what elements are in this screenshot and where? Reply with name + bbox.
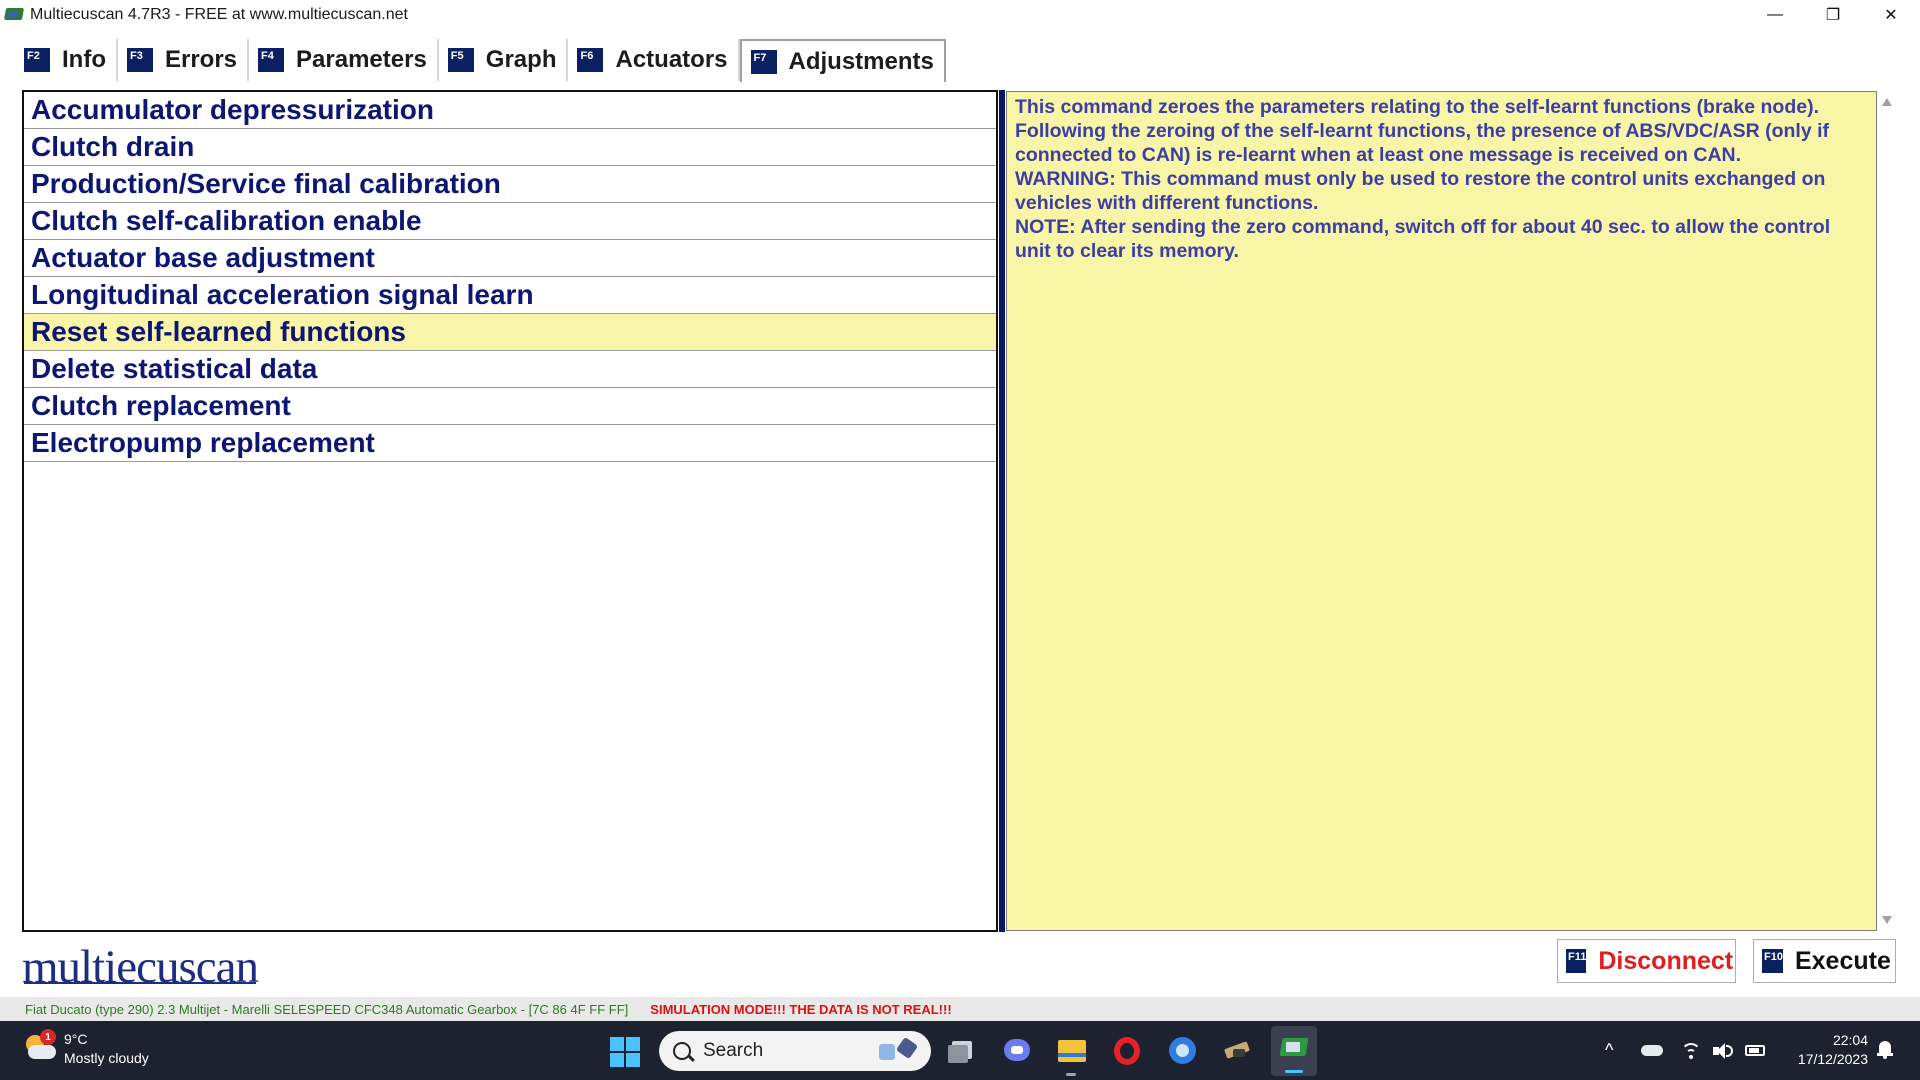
execute-button[interactable]: F10 Execute — [1753, 939, 1896, 983]
list-item[interactable]: Clutch replacement — [24, 388, 996, 425]
restore-button[interactable]: ❐ — [1804, 0, 1862, 29]
tab-label: Actuators — [615, 46, 728, 73]
search-icon — [673, 1042, 691, 1060]
weather-temperature: 9°C — [64, 1031, 88, 1047]
multiecuscan-logo: multiecuscan — [22, 941, 259, 993]
clock-time: 22:04 — [1832, 1032, 1868, 1048]
battery-icon[interactable] — [1745, 1045, 1766, 1056]
tab-errors[interactable]: F3 Errors — [118, 39, 250, 81]
list-item[interactable]: Clutch drain — [24, 129, 996, 166]
clock-date: 17/12/2023 — [1797, 1051, 1868, 1067]
minimize-button[interactable]: — — [1746, 0, 1804, 29]
tab-graph[interactable]: F5 Graph — [439, 39, 569, 81]
task-view-icon[interactable] — [944, 1033, 980, 1069]
tab-parameters[interactable]: F4 Parameters — [249, 39, 439, 81]
taskbar-clock[interactable]: 22:04 17/12/2023 — [1773, 1031, 1868, 1069]
search-label: Search — [703, 1040, 764, 1061]
tab-bar: F2 Info F3 Errors F4 Parameters F5 Graph… — [15, 39, 946, 82]
chat-app-icon[interactable] — [999, 1033, 1035, 1069]
close-icon: ✕ — [1884, 6, 1898, 24]
weather-alert-badge: 1 — [40, 1029, 56, 1045]
browser-app-icon[interactable] — [1164, 1033, 1200, 1069]
tab-label: Graph — [485, 46, 557, 73]
disconnect-label: Disconnect — [1598, 946, 1734, 975]
tab-label: Errors — [164, 46, 238, 73]
app-icon[interactable] — [3, 5, 25, 25]
f5-key-badge: F5 — [447, 48, 474, 72]
windows-start-icon[interactable] — [610, 1037, 640, 1067]
f11-key-badge: F11 — [1566, 949, 1587, 973]
scroll-up-icon[interactable] — [1882, 98, 1892, 106]
list-item[interactable]: Electropump replacement — [24, 425, 996, 462]
weather-cloudy-icon: 1 — [22, 1029, 58, 1067]
tab-label: Adjustments — [788, 47, 934, 75]
description-line: vehicles with different functions. — [1015, 192, 1319, 214]
taskbar: 1 9°C Mostly cloudy Search ^ 22:04 17/12… — [0, 1021, 1920, 1080]
f7-key-badge: F7 — [750, 49, 777, 74]
onedrive-icon[interactable] — [1641, 1045, 1664, 1056]
adjustments-list[interactable]: Accumulator depressurization Clutch drai… — [22, 90, 998, 932]
wifi-icon[interactable] — [1681, 1042, 1702, 1059]
simulation-warning: SIMULATION MODE!!! THE DATA IS NOT REAL!… — [650, 1001, 952, 1017]
f3-key-badge: F3 — [126, 48, 153, 72]
execute-label: Execute — [1794, 946, 1891, 975]
f10-key-badge: F10 — [1762, 949, 1783, 973]
description-line: Following the zeroing of the self-learnt… — [1015, 120, 1829, 142]
description-line: connected to CAN) is re-learnt when at l… — [1015, 144, 1742, 166]
description-scrollbar[interactable] — [1877, 91, 1899, 931]
tab-label: Info — [62, 46, 106, 73]
opera-browser-icon[interactable] — [1109, 1033, 1145, 1069]
notifications-bell-icon[interactable] — [1877, 1041, 1893, 1059]
vehicle-info: Fiat Ducato (type 290) 2.3 Multijet - Ma… — [25, 1001, 629, 1017]
close-button[interactable]: ✕ — [1862, 0, 1920, 29]
weather-widget[interactable]: 1 9°C Mostly cloudy — [22, 1029, 149, 1068]
window-controls: — ❐ ✕ — [1746, 0, 1920, 29]
list-item[interactable]: Accumulator depressurization — [24, 92, 996, 129]
f4-key-badge: F4 — [258, 48, 285, 72]
utility-app-icon[interactable] — [1219, 1033, 1255, 1069]
system-tray: ^ — [1605, 1021, 1766, 1080]
description-line: NOTE: After sending the zero command, sw… — [1015, 216, 1831, 238]
file-explorer-icon[interactable] — [1054, 1033, 1090, 1076]
minimize-icon: — — [1767, 5, 1783, 23]
tray-chevron-icon[interactable]: ^ — [1605, 1040, 1613, 1061]
weather-condition: Mostly cloudy — [64, 1050, 149, 1066]
title-bar: Multiecuscan 4.7R3 - FREE at www.multiec… — [0, 0, 1920, 29]
volume-icon[interactable] — [1713, 1042, 1734, 1059]
description-panel: This command zeroes the parameters relat… — [1006, 91, 1877, 931]
f6-key-badge: F6 — [577, 48, 604, 72]
f2-key-badge: F2 — [24, 48, 50, 72]
description-line: This command zeroes the parameters relat… — [1015, 96, 1820, 118]
window-title: Multiecuscan 4.7R3 - FREE at www.multiec… — [30, 5, 408, 23]
tab-info[interactable]: F2 Info — [15, 39, 118, 81]
search-highlight-icon — [877, 1036, 921, 1064]
list-item[interactable]: Delete statistical data — [24, 351, 996, 388]
tab-actuators[interactable]: F6 Actuators — [568, 39, 740, 81]
list-item[interactable]: Production/Service final calibration — [24, 166, 996, 203]
restore-icon: ❐ — [1825, 6, 1841, 24]
list-item-selected[interactable]: Reset self-learned functions — [24, 314, 996, 351]
panel-splitter[interactable] — [999, 90, 1005, 932]
taskbar-search[interactable]: Search — [659, 1031, 931, 1071]
description-line: unit to clear its memory. — [1015, 240, 1239, 262]
list-item[interactable]: Longitudinal acceleration signal learn — [24, 277, 996, 314]
tab-label: Parameters — [296, 46, 427, 73]
status-bar: Fiat Ducato (type 290) 2.3 Multijet - Ma… — [0, 997, 1920, 1021]
list-item[interactable]: Clutch self-calibration enable — [24, 203, 996, 240]
multiecuscan-taskbar-icon[interactable] — [1271, 1026, 1317, 1076]
logo-underline — [24, 982, 256, 984]
scroll-down-icon[interactable] — [1882, 916, 1892, 924]
description-line: WARNING: This command must only be used … — [1015, 168, 1826, 190]
disconnect-button[interactable]: F11 Disconnect — [1557, 939, 1736, 983]
list-item[interactable]: Actuator base adjustment — [24, 240, 996, 277]
tab-adjustments[interactable]: F7 Adjustments — [739, 39, 946, 82]
